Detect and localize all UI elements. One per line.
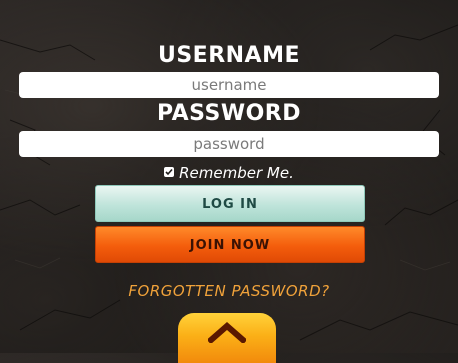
chevron-up-icon [208,322,246,343]
checkmark-icon [165,168,173,176]
password-input[interactable] [19,131,439,157]
remember-me-checkbox[interactable] [164,167,175,177]
login-button[interactable]: LOG IN [95,185,365,222]
username-input[interactable] [19,72,439,98]
forgot-password-link[interactable]: FORGOTTEN PASSWORD? [0,282,458,300]
password-label: PASSWORD [156,101,301,126]
remember-me-row[interactable]: Remember Me. [0,164,458,182]
scroll-to-top-button[interactable] [178,313,276,363]
remember-me-label: Remember Me. [179,164,294,182]
username-label: USERNAME [157,43,301,68]
join-now-button[interactable]: JOIN NOW [95,226,365,263]
